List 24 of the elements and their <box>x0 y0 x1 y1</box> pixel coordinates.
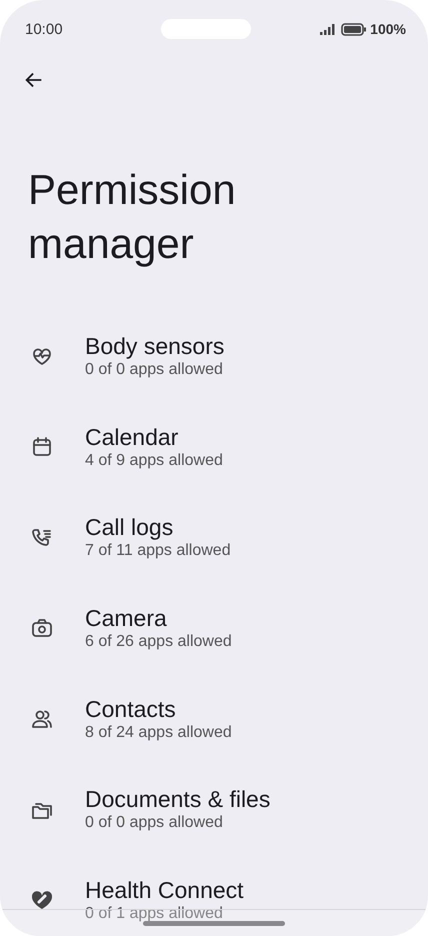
permission-item[interactable]: Documents & files 0 of 0 apps allowed <box>0 764 428 856</box>
permission-summary: 0 of 0 apps allowed <box>85 813 224 834</box>
clock-time: 10:00 <box>25 20 63 38</box>
permission-name: Call logs <box>85 514 174 542</box>
page-title: Permission manager <box>28 165 237 269</box>
permission-name: Contacts <box>85 696 177 723</box>
home-handle[interactable] <box>143 920 285 926</box>
permission-name: Documents & files <box>85 786 270 814</box>
battery-icon <box>341 22 368 36</box>
permission-name: Body sensors <box>85 332 224 360</box>
permission-summary: 4 of 9 apps allowed <box>85 450 223 471</box>
permission-item[interactable]: Contacts 8 of 24 apps allowed <box>0 674 428 764</box>
permission-item[interactable]: Calendar 4 of 9 apps allowed <box>0 402 428 492</box>
permission-summary: 6 of 26 apps allowed <box>85 632 232 652</box>
battery-percentage: 100% <box>370 21 406 37</box>
permission-name: Health Connect <box>85 876 244 904</box>
permission-name: Calendar <box>85 424 180 451</box>
permission-item[interactable]: Body sensors 0 of 0 apps allowed <box>0 311 428 402</box>
permission-summary: 0 of 0 apps allowed <box>85 360 224 380</box>
permission-name: Camera <box>85 604 168 632</box>
permission-item[interactable]: Camera 6 of 26 apps allowed <box>0 583 428 674</box>
permission-summary: 7 of 11 apps allowed <box>85 541 231 562</box>
permission-summary: 8 of 24 apps allowed <box>85 722 232 743</box>
permission-item[interactable]: Call logs 7 of 11 apps allowed <box>0 492 428 584</box>
